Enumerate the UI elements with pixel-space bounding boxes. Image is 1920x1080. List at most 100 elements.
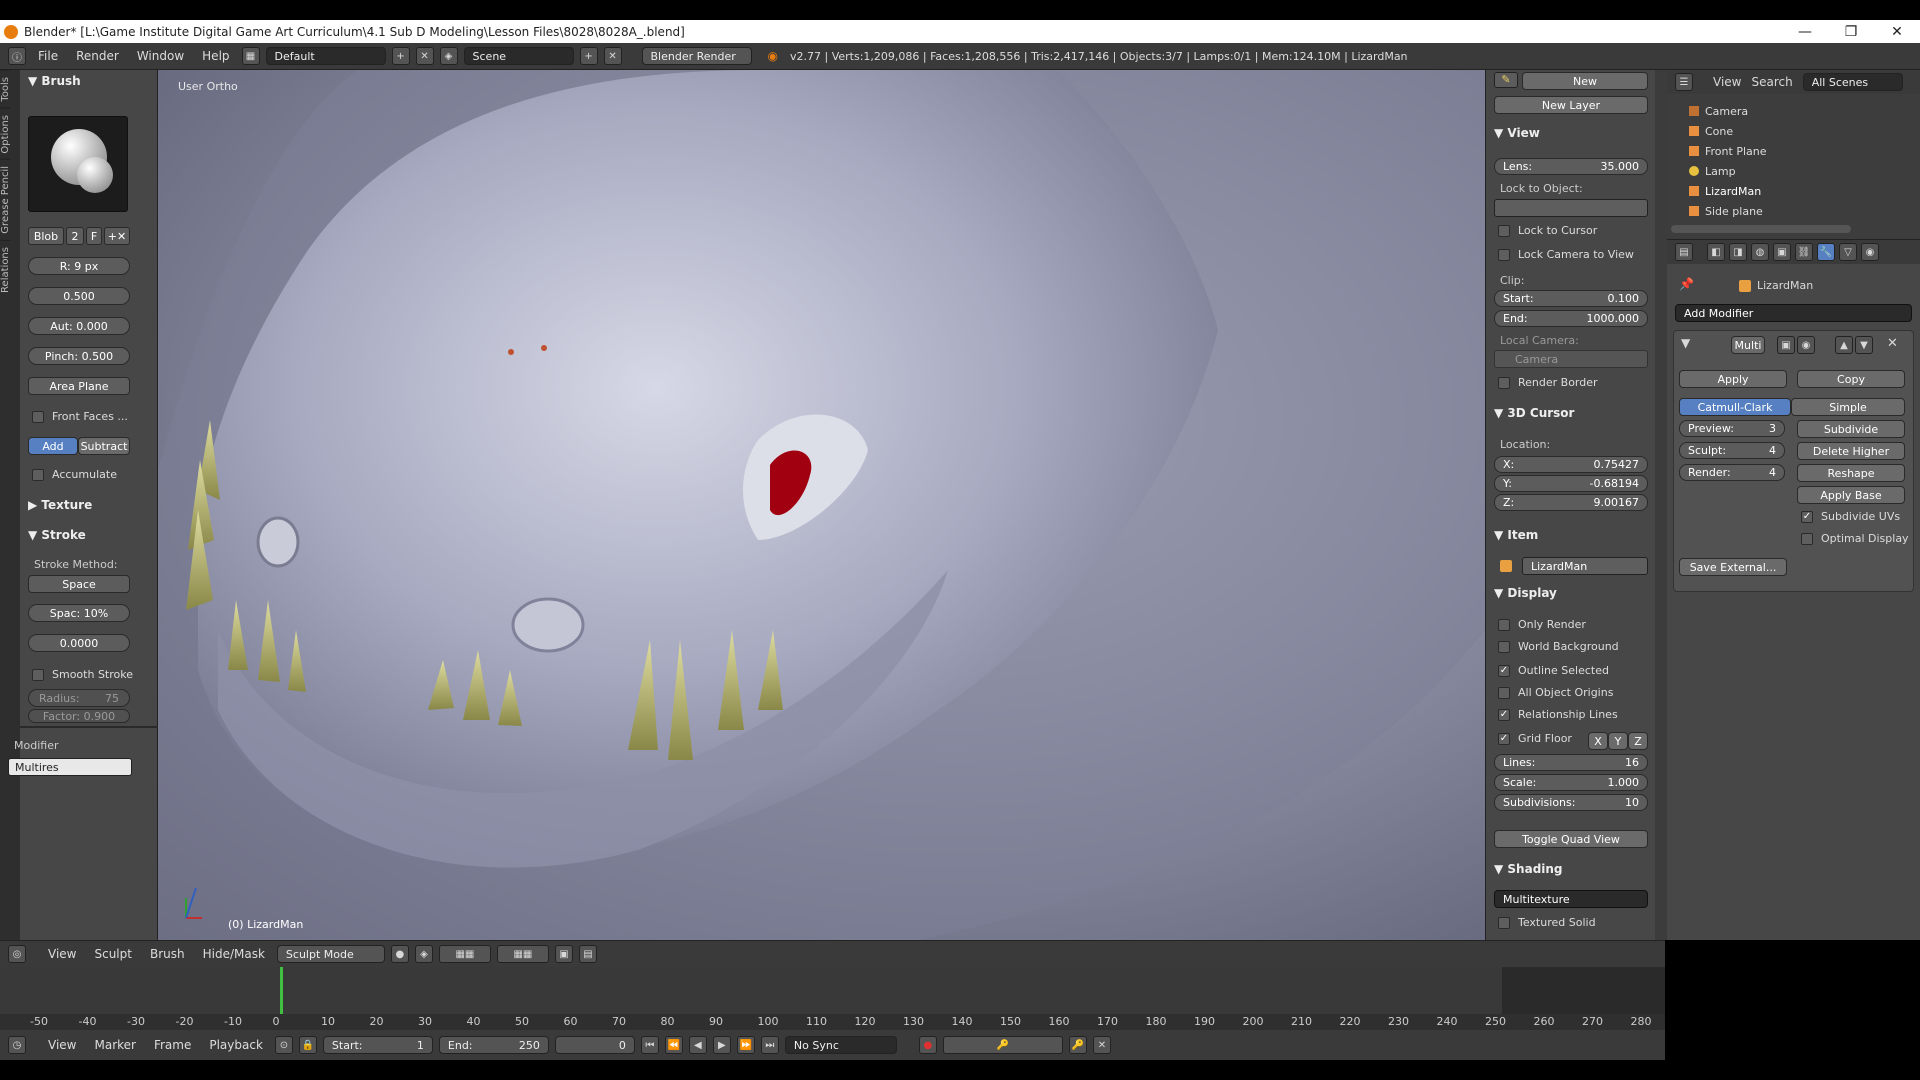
render-preview-icon[interactable]: ▣ (554, 945, 573, 963)
show-viewport-icon[interactable]: ◉ (1797, 336, 1815, 354)
sync-dropdown[interactable]: No Sync (784, 1036, 897, 1054)
optimal-display-checkbox[interactable]: Optimal Display (1801, 532, 1909, 545)
material-tab-icon[interactable]: ◉ (1861, 243, 1879, 261)
subtract-button[interactable]: Subtract (78, 437, 130, 455)
tab-tools[interactable]: Tools (0, 70, 11, 108)
grid-axis-x-button[interactable]: X (1588, 732, 1608, 750)
lens-field[interactable]: Lens: 35.000 (1494, 158, 1648, 175)
stroke-panel-header[interactable]: ▼ Stroke (28, 528, 86, 542)
jump-key-back-icon[interactable]: ⏪ (664, 1036, 683, 1054)
lock-object-field[interactable] (1494, 199, 1648, 217)
lock-camera-checkbox[interactable]: Lock Camera to View (1498, 248, 1634, 261)
grid-axis-z-button[interactable]: Z (1628, 732, 1648, 750)
cursor-x-field[interactable]: X: 0.75427 (1494, 456, 1648, 473)
current-frame-line[interactable] (280, 967, 283, 1017)
grid-axis-y-button[interactable]: Y (1608, 732, 1628, 750)
cursor-y-field[interactable]: Y: -0.68194 (1494, 475, 1648, 492)
outliner-editor-icon[interactable]: ☰ (1675, 73, 1693, 91)
grease-pencil-icon[interactable]: ✎ (1494, 72, 1518, 88)
play-reverse-icon[interactable]: ◀ (688, 1036, 707, 1054)
item-name-field[interactable]: LizardMan (1522, 557, 1648, 575)
properties-editor-icon[interactable]: ▤ (1675, 243, 1693, 261)
textured-solid-checkbox[interactable]: Textured Solid (1498, 916, 1596, 929)
jitter-field[interactable]: 0.0000 (28, 634, 130, 652)
menu-view[interactable]: View (42, 947, 82, 961)
relationship-lines-checkbox[interactable]: ✓ Relationship Lines (1498, 708, 1618, 721)
outliner-item-front-plane[interactable]: Front Plane (1689, 142, 1767, 160)
local-camera-field[interactable]: Camera (1494, 350, 1648, 368)
reshape-button[interactable]: Reshape (1797, 464, 1905, 482)
jump-start-icon[interactable]: ⏮ (640, 1036, 659, 1054)
record-icon[interactable]: ● (918, 1036, 937, 1054)
outliner-item-camera[interactable]: Camera (1689, 102, 1748, 120)
view-panel-header[interactable]: ▼ View (1494, 126, 1540, 140)
screen-layout-dropdown[interactable]: Default (265, 47, 386, 65)
modifier-collapse-icon[interactable]: ▼ (1681, 336, 1690, 350)
constraints-tab-icon[interactable]: ⛓ (1795, 243, 1813, 261)
tab-options[interactable]: Options (0, 107, 11, 160)
pivot-icon[interactable]: ◈ (414, 945, 433, 963)
delete-higher-button[interactable]: Delete Higher (1797, 442, 1905, 460)
modifier-name-field[interactable]: Multires (8, 758, 132, 776)
outliner-item-lizardman[interactable]: LizardMan (1689, 182, 1761, 200)
world-tab-icon[interactable]: ◍ (1751, 243, 1769, 261)
modifier-name-field[interactable]: Multi (1731, 336, 1765, 354)
stroke-method-dropdown[interactable]: Space (28, 575, 130, 593)
render-engine-dropdown[interactable]: Blender Render (641, 47, 752, 65)
outliner-search-menu[interactable]: Search (1751, 75, 1792, 89)
preview-range-icon[interactable]: ⊙ (274, 1036, 293, 1054)
menu-playback[interactable]: Playback (203, 1038, 269, 1052)
clip-start-field[interactable]: Start: 0.100 (1494, 290, 1648, 307)
outliner-filter-dropdown[interactable]: All Scenes (1802, 73, 1903, 91)
save-external-button[interactable]: Save External... (1679, 558, 1787, 576)
spacing-field[interactable]: Spac: 10% (28, 604, 130, 622)
simple-button[interactable]: Simple (1791, 398, 1905, 416)
tab-relations[interactable]: Relations (0, 239, 11, 299)
item-panel-header[interactable]: ▼ Item (1494, 528, 1538, 542)
radius-field[interactable]: R: 9 px (28, 257, 130, 275)
strength-field[interactable]: 0.500 (28, 287, 130, 305)
scene-icon[interactable]: ◈ (439, 47, 458, 65)
object-tab-icon[interactable]: ▣ (1773, 243, 1791, 261)
pinch-field[interactable]: Pinch: 0.500 (28, 347, 130, 365)
shading-dropdown[interactable]: Multitexture (1494, 890, 1648, 908)
frame-ruler[interactable]: -50 -40 -30 -20 -10 0 10 20 30 40 50 60 70 80 90 100 110… (0, 1014, 1665, 1030)
brush-name-field[interactable]: Blob (28, 227, 64, 245)
grid-lines-field[interactable]: Lines: 16 (1494, 754, 1648, 771)
opengl-render-icon[interactable]: ▤ (578, 945, 597, 963)
viewport-shading-icon[interactable]: ● (390, 945, 409, 963)
show-render-icon[interactable]: ▣ (1777, 336, 1795, 354)
3d-viewport[interactable]: User Ortho (0) LizardMan (158, 70, 1485, 940)
scene-dropdown[interactable]: Scene (463, 47, 574, 65)
new-layer-button[interactable]: New Layer (1494, 96, 1648, 114)
outliner-item-cone[interactable]: Cone (1689, 122, 1733, 140)
outline-selected-checkbox[interactable]: ✓ Outline Selected (1498, 664, 1609, 677)
modifiers-tab-icon[interactable]: 🔧 (1817, 243, 1835, 261)
current-frame-field[interactable]: 0 (554, 1036, 635, 1054)
start-frame-field[interactable]: Start: 1 (322, 1036, 433, 1054)
only-render-checkbox[interactable]: Only Render (1498, 618, 1586, 631)
accumulate-checkbox[interactable]: Accumulate (32, 468, 117, 481)
menu-sculpt[interactable]: Sculpt (88, 947, 137, 961)
3d-cursor-panel-header[interactable]: ▼ 3D Cursor (1494, 406, 1574, 420)
remove-layout-icon[interactable]: ✕ (415, 47, 434, 65)
subdivide-button[interactable]: Subdivide (1797, 420, 1905, 438)
menu-marker[interactable]: Marker (88, 1038, 141, 1052)
clip-end-field[interactable]: End: 1000.000 (1494, 310, 1648, 327)
render-tab-icon[interactable]: ◧ (1707, 243, 1725, 261)
end-frame-field[interactable]: End: 250 (438, 1036, 549, 1054)
add-modifier-dropdown[interactable]: Add Modifier (1675, 304, 1912, 322)
brush-panel-header[interactable]: ▼ Brush (28, 74, 81, 88)
cursor-z-field[interactable]: Z: 9.00167 (1494, 494, 1648, 511)
shading-panel-header[interactable]: ▼ Shading (1494, 862, 1563, 876)
tab-grease-pencil[interactable]: Grease Pencil (0, 159, 11, 240)
pin-icon[interactable]: 📌 (1679, 277, 1694, 291)
menu-file[interactable]: File (32, 49, 64, 63)
apply-base-button[interactable]: Apply Base (1797, 486, 1905, 504)
grid-subdivisions-field[interactable]: Subdivisions: 10 (1494, 794, 1648, 811)
brush-users-field[interactable]: 2 (66, 227, 84, 245)
copy-button[interactable]: Copy (1797, 370, 1905, 388)
properties-scrollbar[interactable] (1655, 70, 1667, 940)
timeline-editor-icon[interactable]: ◷ (8, 1036, 26, 1054)
smooth-radius-field[interactable]: Radius: 75 (28, 689, 130, 707)
